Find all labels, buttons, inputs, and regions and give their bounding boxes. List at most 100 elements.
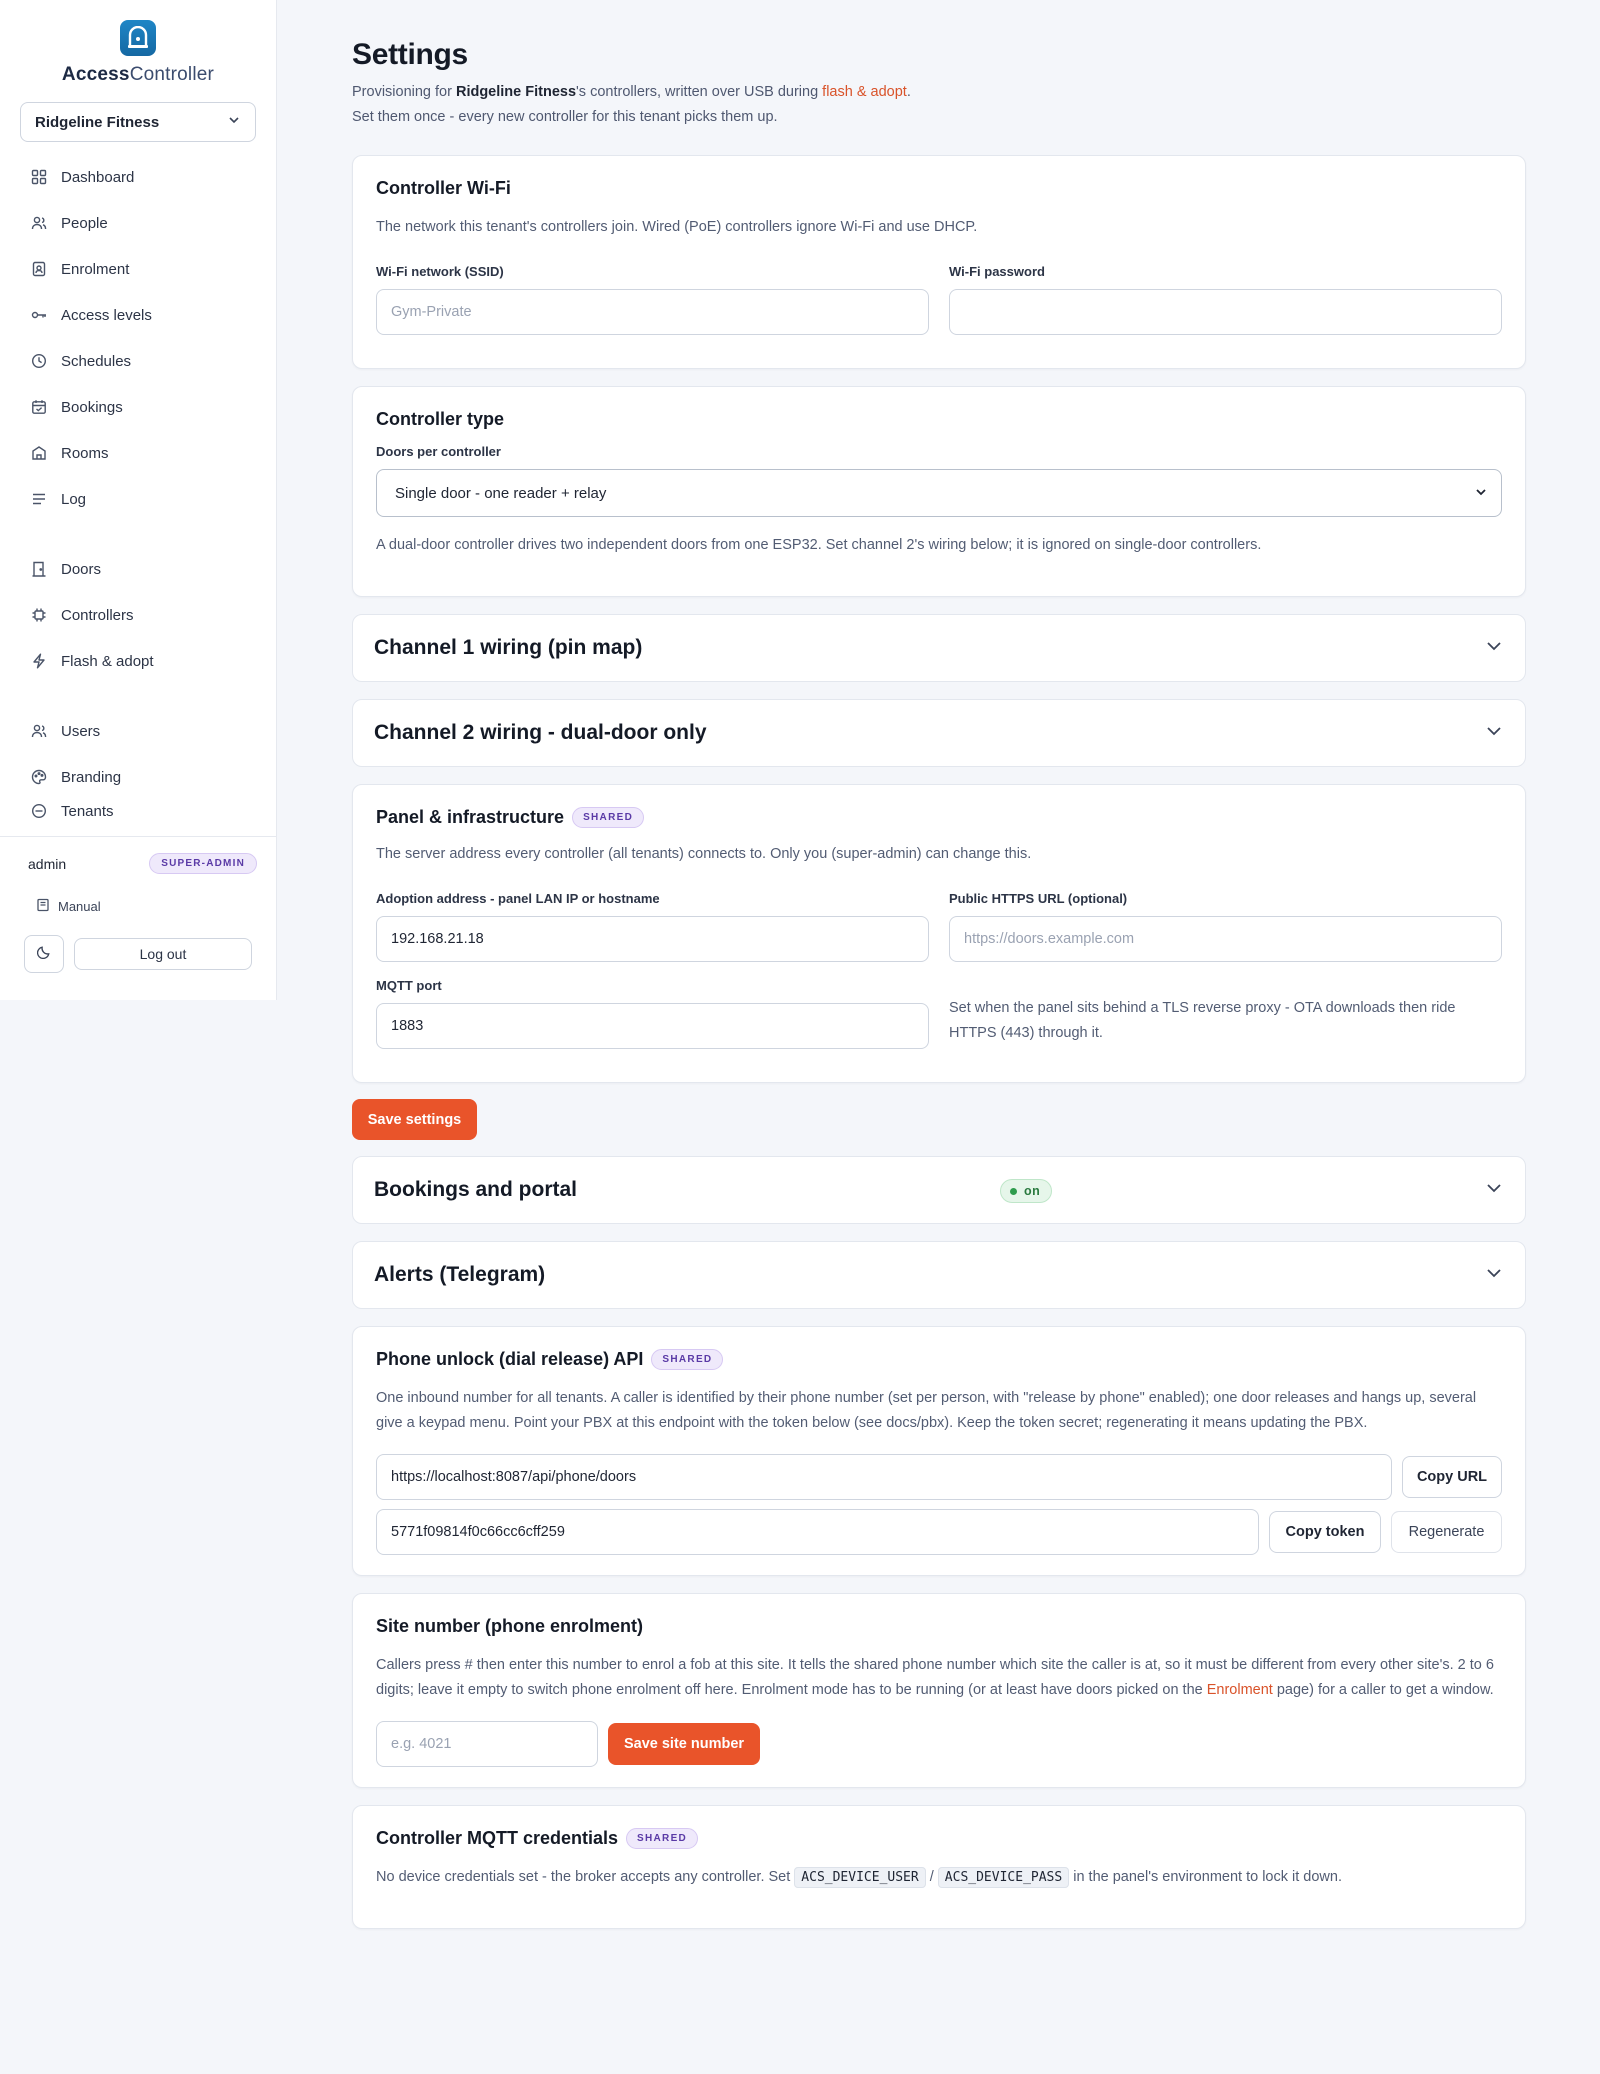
mqtt-port-input[interactable]: 1883 [376,1003,929,1049]
save-settings-button[interactable]: Save settings [352,1099,477,1140]
page-desc-tenant: Ridgeline Fitness [455,84,577,100]
sidebar-item-rooms[interactable]: Rooms [0,430,276,476]
copy-token-button[interactable]: Copy token [1269,1511,1381,1553]
card-description: A dual-door controller drives two indepe… [376,537,1262,553]
card-title: Controller Wi-Fi [376,178,511,198]
sidebar-item-label: Schedules [61,352,132,370]
field-label: Adoption address - panel LAN IP or hostn… [376,891,660,906]
page-title: Settings [352,38,468,71]
card-title-text: Phone unlock (dial release) API [376,1349,644,1369]
sidebar-item-label: Controllers [61,606,134,624]
bolt-icon [30,652,48,670]
token-row: 5771f09814f0c66cc6cff259 Copy token Rege… [376,1509,1502,1555]
sidebar-item-doors[interactable]: Doors [0,546,276,592]
theme-toggle-button[interactable] [24,935,64,973]
channel1-wiring-section[interactable]: Channel 1 wiring (pin map) [352,614,1526,682]
select-value: Single door - one reader + relay [395,484,607,502]
sidebar-item-label: Bookings [61,398,123,416]
book-icon [36,898,50,915]
doors-per-controller-select[interactable]: Single door - one reader + relay [376,469,1502,517]
sidebar-item-controllers[interactable]: Controllers [0,592,276,638]
regenerate-token-button[interactable]: Regenerate [1391,1511,1502,1553]
tenant-select[interactable]: Ridgeline Fitness [20,102,256,142]
chevron-down-icon [227,113,241,131]
people-icon [30,214,48,232]
ssid-field-group: Wi-Fi network (SSID) Gym-Private [376,264,929,335]
sidebar-footer: admin SUPER-ADMIN Manual Log out [0,836,277,973]
flash-adopt-link[interactable]: flash & adopt [822,84,907,100]
card-description: Callers press # then enter this number t… [376,1653,1502,1703]
card-title: Controller type [376,409,505,429]
sidebar-item-label: Access levels [61,306,152,324]
tenants-icon [30,802,48,820]
palette-icon [30,768,48,786]
sidebar-item-people[interactable]: People [0,200,276,246]
sidebar-item-bookings[interactable]: Bookings [0,384,276,430]
field-label: Doors per controller [376,444,501,459]
bookings-portal-section[interactable]: Bookings and portal on [352,1156,1526,1224]
site-number-row: e.g. 4021 Save site number [376,1721,1502,1767]
app-name-light: Controller [129,64,215,85]
ssid-input[interactable]: Gym-Private [376,289,929,335]
https-url-input[interactable]: https://doors.example.com [949,916,1502,962]
section-title: Bookings and portal [374,1178,578,1201]
copy-url-button[interactable]: Copy URL [1402,1456,1502,1498]
adoption-field-group: Adoption address - panel LAN IP or hostn… [376,891,929,962]
clock-icon [30,352,48,370]
main-content: Settings Provisioning for Ridgeline Fitn… [352,0,1526,1929]
sidebar-item-schedules[interactable]: Schedules [0,338,276,384]
sidebar: AccessController Ridgeline Fitness Dashb… [0,0,277,1000]
card-description: One inbound number for all tenants. A ca… [376,1390,1477,1431]
sidebar-item-access-levels[interactable]: Access levels [0,292,276,338]
user-name: admin [28,855,67,872]
env-var-pass: ACS_DEVICE_PASS [937,1867,1070,1888]
enrolment-link[interactable]: Enrolment [1207,1682,1273,1698]
site-number-input[interactable]: e.g. 4021 [376,1721,598,1767]
panel-fields: Adoption address - panel LAN IP or hostn… [376,891,1502,1049]
env-var-user: ACS_DEVICE_USER [794,1867,926,1888]
chevron-down-icon [1485,1179,1503,1202]
sidebar-item-label: Users [61,722,101,740]
sidebar-item-log[interactable]: Log [0,476,276,522]
site-number-card: Site number (phone enrolment) Callers pr… [352,1593,1526,1788]
sidebar-nav: Dashboard People Enrolment Access levels… [0,154,276,820]
chip-icon [30,606,48,624]
shared-badge: SHARED [572,807,645,828]
https-field-group: Public HTTPS URL (optional) https://door… [949,891,1502,962]
calendar-icon [30,398,48,416]
shared-badge: SHARED [626,1828,699,1849]
card-title-text: Panel & infrastructure [376,807,565,827]
list-icon [30,490,48,508]
sidebar-item-dashboard[interactable]: Dashboard [0,154,276,200]
logout-button[interactable]: Log out [74,938,252,970]
channel2-wiring-section[interactable]: Channel 2 wiring - dual-door only [352,699,1526,767]
sidebar-item-branding[interactable]: Branding [0,754,276,800]
app-name: AccessController [0,64,276,86]
sidebar-item-enrolment[interactable]: Enrolment [0,246,276,292]
sidebar-item-tenants[interactable]: Tenants [0,800,276,820]
password-input[interactable] [949,289,1502,335]
role-badge: SUPER-ADMIN [149,853,257,874]
phone-unlock-card: Phone unlock (dial release) API SHARED O… [352,1326,1526,1576]
api-token-input[interactable]: 5771f09814f0c66cc6cff259 [376,1509,1259,1555]
manual-link[interactable]: Manual [36,898,257,915]
sidebar-item-flash-adopt[interactable]: Flash & adopt [0,638,276,684]
wifi-card: Controller Wi-Fi The network this tenant… [352,155,1526,369]
save-site-number-button[interactable]: Save site number [608,1723,760,1765]
desc-text: page) for a caller to get a window. [1272,1682,1494,1698]
field-label: Public HTTPS URL (optional) [949,891,1128,906]
https-help-group: Set when the panel sits behind a TLS rev… [949,996,1502,1049]
alerts-telegram-section[interactable]: Alerts (Telegram) [352,1241,1526,1309]
page-desc-text: 's controllers, written over USB during [576,84,823,100]
mqtt-port-field-group: MQTT port 1883 [376,978,929,1049]
field-label: Wi-Fi password [949,264,1045,279]
sidebar-item-users[interactable]: Users [0,708,276,754]
api-url-input[interactable]: https://localhost:8087/api/phone/doors [376,1454,1392,1500]
door-lock-icon [120,20,156,56]
footer-actions: Log out [24,935,257,973]
card-title-text: Controller MQTT credentials [376,1828,619,1848]
adoption-address-input[interactable]: 192.168.21.18 [376,916,929,962]
status-badge: on [1000,1179,1053,1203]
mqtt-credentials-card: Controller MQTT credentials SHARED No de… [352,1805,1526,1929]
